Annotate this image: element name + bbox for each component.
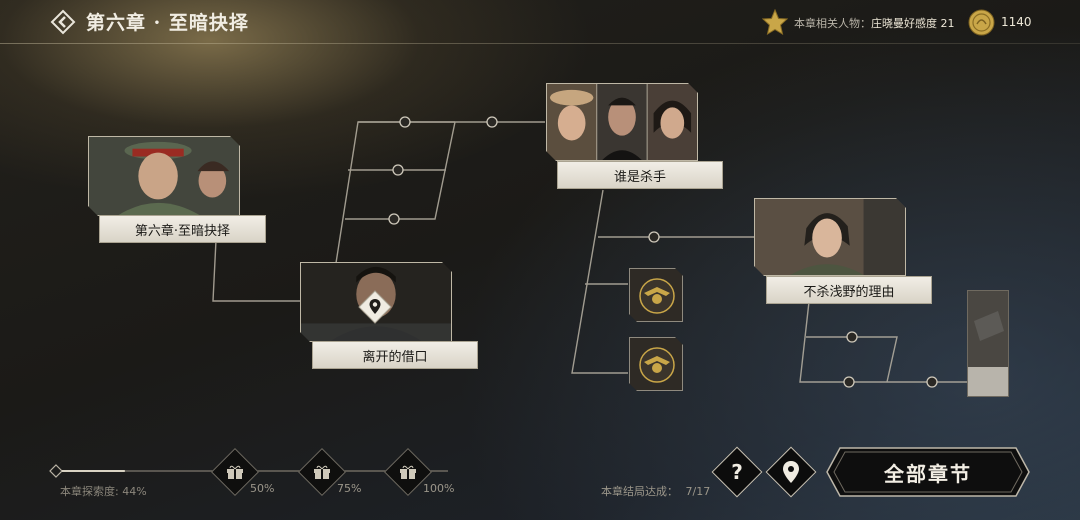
woman-portrait-photo xyxy=(755,199,905,275)
gift-icon xyxy=(400,465,416,479)
endings-achieved: 本章结局达成： 7/17 xyxy=(601,483,710,499)
back-icon[interactable] xyxy=(50,9,76,35)
top-divider xyxy=(0,43,1080,44)
gift-icon xyxy=(227,465,243,479)
story-node-label: 不杀浅野的理由 xyxy=(803,284,895,300)
star-icon xyxy=(762,9,788,35)
story-node-label: 离开的借口 xyxy=(362,349,428,365)
milestone-50-label: 50% xyxy=(250,482,275,495)
coin-icon xyxy=(968,9,995,36)
story-node-reason[interactable]: 不杀浅野的理由 xyxy=(766,276,932,304)
location-pin-icon xyxy=(783,461,799,483)
affinity-prefix: 本章相关人物： xyxy=(794,17,871,30)
emblem-icon xyxy=(630,269,683,322)
affinity-value: 庄晓曼好感度 21 xyxy=(871,17,955,30)
story-node-leave-excuse[interactable]: 离开的借口 xyxy=(312,341,478,369)
three-characters-photo xyxy=(547,84,697,160)
all-chapters-label: 全部章节 xyxy=(884,461,972,486)
related-character-affinity: 本章相关人物：庄晓曼好感度 21 xyxy=(794,15,955,31)
milestone-100-label: 100% xyxy=(423,482,455,495)
chapter-title: 第六章 · 至暗抉择 xyxy=(86,12,249,34)
story-node-reason-image[interactable] xyxy=(754,198,906,276)
exploration-value: 44% xyxy=(122,485,147,498)
endings-label: 本章结局达成： xyxy=(601,485,678,498)
officer-photo xyxy=(89,137,239,215)
story-node-who-killer-image[interactable] xyxy=(546,83,698,161)
story-node-who-killer[interactable]: 谁是杀手 xyxy=(557,161,723,189)
story-node-label: 第六章·至暗抉择 xyxy=(134,223,231,239)
locked-node[interactable] xyxy=(629,268,683,322)
hidden-scene-photo xyxy=(968,291,1008,396)
story-node-chapter-start-image[interactable] xyxy=(88,136,240,216)
story-connection-lines xyxy=(212,116,978,388)
exploration-label-text: 本章探索度: xyxy=(60,485,119,498)
location-pin-icon xyxy=(358,290,392,324)
offscreen-node[interactable] xyxy=(967,290,1009,397)
gift-icon xyxy=(314,465,330,479)
exploration-label: 本章探索度: 44% xyxy=(60,483,147,499)
coin-count: 1140 xyxy=(1001,15,1032,29)
locked-node[interactable] xyxy=(629,337,683,391)
help-icon: ? xyxy=(731,460,743,484)
story-node-chapter-start[interactable]: 第六章·至暗抉择 xyxy=(99,215,266,243)
endings-value: 7/17 xyxy=(685,485,711,498)
milestone-75-label: 75% xyxy=(337,482,362,495)
story-node-label: 谁是杀手 xyxy=(613,169,666,185)
emblem-icon xyxy=(630,338,683,391)
